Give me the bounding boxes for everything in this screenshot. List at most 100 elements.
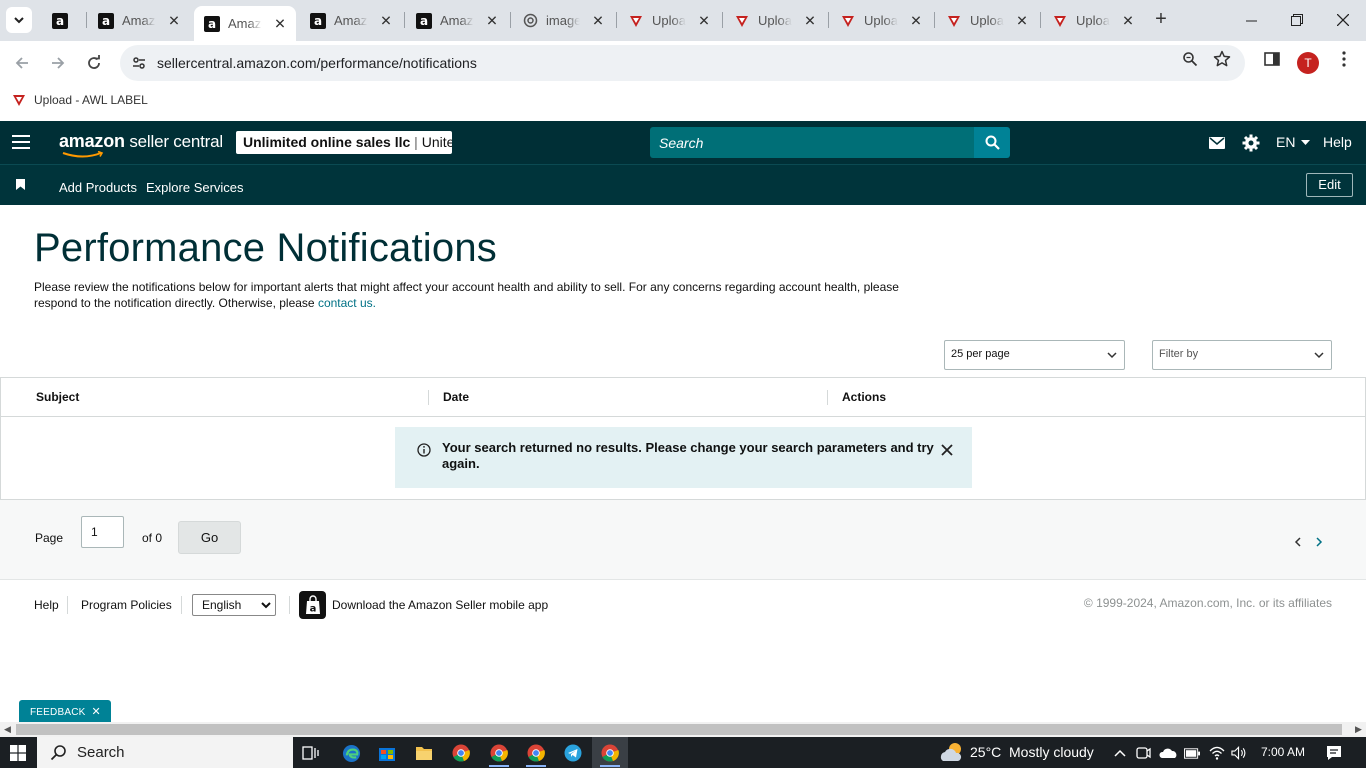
- chevron-left-icon[interactable]: [1292, 536, 1304, 548]
- close-icon[interactable]: ✕: [92, 706, 101, 718]
- nav-link-explore-services[interactable]: Explore Services: [146, 180, 244, 195]
- clock-time[interactable]: 7:00 AM: [1261, 745, 1305, 759]
- wifi-icon[interactable]: [1209, 745, 1225, 761]
- close-tab-icon[interactable]: ✕: [484, 12, 500, 29]
- amazon-favicon-icon: a: [204, 15, 220, 32]
- scrollbar-thumb[interactable]: [16, 724, 1342, 735]
- hamburger-menu-icon[interactable]: [12, 135, 30, 149]
- footer-language-select[interactable]: English: [192, 594, 276, 616]
- header-search-button[interactable]: [974, 127, 1010, 158]
- new-tab-button[interactable]: +: [1150, 8, 1172, 30]
- site-info-icon[interactable]: [128, 52, 150, 74]
- amazon-app-icon[interactable]: a: [299, 591, 326, 619]
- chrome-profile-icon[interactable]: [525, 742, 547, 764]
- telegram-icon[interactable]: [562, 742, 584, 764]
- tab-title: Upload: [758, 13, 792, 28]
- address-bar[interactable]: sellercentral.amazon.com/performance/not…: [120, 45, 1245, 81]
- filter-select[interactable]: Filter by: [1152, 340, 1332, 370]
- close-tab-icon[interactable]: ✕: [590, 12, 606, 29]
- browser-tab[interactable]: Upload ✕: [724, 7, 826, 34]
- microsoft-store-icon[interactable]: [376, 742, 398, 764]
- windows-start-icon[interactable]: [10, 745, 26, 761]
- close-icon[interactable]: [940, 443, 954, 457]
- reload-button[interactable]: [80, 49, 108, 77]
- browser-tab[interactable]: a: [42, 7, 78, 34]
- onedrive-cloud-icon[interactable]: [1158, 745, 1178, 761]
- zoom-icon[interactable]: [1180, 49, 1200, 69]
- close-tab-icon[interactable]: ✕: [802, 12, 818, 29]
- weather-cloud-icon[interactable]: [938, 741, 966, 763]
- mail-icon[interactable]: [1209, 133, 1225, 153]
- browser-tab[interactable]: a Amazon ✕: [88, 7, 190, 34]
- browser-tab[interactable]: Upload ✕: [830, 7, 932, 34]
- volume-icon[interactable]: [1231, 745, 1247, 761]
- side-panel-icon[interactable]: [1262, 49, 1282, 69]
- close-tab-icon[interactable]: ✕: [1120, 12, 1136, 29]
- forward-button[interactable]: [44, 49, 72, 77]
- nav-link-add-products[interactable]: Add Products: [59, 180, 137, 195]
- bookmark-star-icon[interactable]: [1212, 49, 1232, 69]
- browser-tab[interactable]: a Amazon ✕: [406, 7, 508, 34]
- chevron-up-icon[interactable]: [1112, 745, 1128, 761]
- tab-search-button[interactable]: [6, 7, 32, 33]
- more-menu-icon[interactable]: [1334, 49, 1354, 69]
- scroll-left-icon[interactable]: ◀: [4, 725, 12, 734]
- back-button[interactable]: [8, 49, 36, 77]
- footer-program-policies-link[interactable]: Program Policies: [81, 598, 172, 612]
- file-explorer-icon[interactable]: [413, 742, 435, 764]
- url-text[interactable]: sellercentral.amazon.com/performance/not…: [157, 55, 477, 71]
- close-tab-icon[interactable]: ✕: [378, 12, 394, 29]
- close-tab-icon[interactable]: ✕: [696, 12, 712, 29]
- seller-central-logo[interactable]: amazon seller central: [59, 131, 223, 158]
- scroll-right-icon[interactable]: ▶: [1355, 725, 1363, 734]
- meet-now-icon[interactable]: [1135, 745, 1151, 761]
- profile-avatar[interactable]: T: [1297, 52, 1319, 74]
- chrome-icon[interactable]: [450, 742, 472, 764]
- account-switcher[interactable]: Unlimited online sales llc | Unite...: [236, 131, 452, 154]
- help-link[interactable]: Help: [1323, 134, 1352, 150]
- browser-tab[interactable]: Upload ✕: [618, 7, 720, 34]
- feedback-button[interactable]: FEEDBACK ✕: [19, 700, 111, 722]
- edge-icon[interactable]: [340, 742, 362, 764]
- language-switcher[interactable]: EN: [1276, 134, 1311, 150]
- header-search-input[interactable]: [650, 127, 975, 158]
- per-page-select[interactable]: 25 per page: [944, 340, 1125, 370]
- taskbar-search-box[interactable]: Search: [37, 737, 293, 768]
- footer-help-link[interactable]: Help: [34, 598, 59, 612]
- restore-button[interactable]: [1274, 0, 1320, 40]
- close-window-button[interactable]: [1320, 0, 1366, 40]
- download-app-link[interactable]: Download the Amazon Seller mobile app: [332, 598, 548, 612]
- browser-tab[interactable]: Upload ✕: [1042, 7, 1144, 34]
- chrome-profile-icon[interactable]: [488, 742, 510, 764]
- bookmark-icon[interactable]: [16, 179, 25, 190]
- page-number-input[interactable]: [81, 516, 124, 548]
- browser-tab[interactable]: image ✕: [512, 7, 614, 34]
- close-tab-icon[interactable]: ✕: [908, 12, 924, 29]
- task-view-icon[interactable]: [300, 742, 322, 764]
- column-header-date[interactable]: Date: [443, 390, 469, 404]
- notification-center-icon[interactable]: [1325, 745, 1343, 761]
- browser-tab[interactable]: a Amazon ✕: [194, 6, 296, 41]
- go-button[interactable]: Go: [178, 521, 241, 554]
- battery-icon[interactable]: [1184, 745, 1200, 761]
- contact-us-link[interactable]: contact us.: [318, 296, 376, 310]
- bookmark-upload-awl[interactable]: Upload - AWL LABEL: [12, 93, 148, 107]
- active-chrome-taskbar-button[interactable]: [592, 737, 628, 768]
- browser-tab[interactable]: Upload ✕: [936, 7, 1038, 34]
- horizontal-scrollbar[interactable]: ◀ ▶: [0, 722, 1366, 737]
- weather-condition[interactable]: Mostly cloudy: [1009, 744, 1094, 760]
- page-count-label: of 0: [142, 531, 163, 545]
- chevron-right-icon[interactable]: [1313, 536, 1325, 548]
- column-header-subject[interactable]: Subject: [36, 390, 79, 404]
- close-tab-icon[interactable]: ✕: [1014, 12, 1030, 29]
- awl-favicon-icon: [628, 13, 644, 29]
- edit-nav-button[interactable]: Edit: [1306, 173, 1353, 197]
- settings-gear-icon[interactable]: [1242, 133, 1260, 153]
- minimize-button[interactable]: [1228, 0, 1274, 40]
- close-tab-icon[interactable]: ✕: [166, 12, 182, 29]
- language-code: EN: [1276, 134, 1296, 150]
- caret-down-icon: [1301, 140, 1311, 146]
- browser-tab[interactable]: a Amazon ✕: [300, 7, 402, 34]
- weather-temperature[interactable]: 25°C: [970, 744, 1001, 760]
- close-tab-icon[interactable]: ✕: [272, 15, 288, 32]
